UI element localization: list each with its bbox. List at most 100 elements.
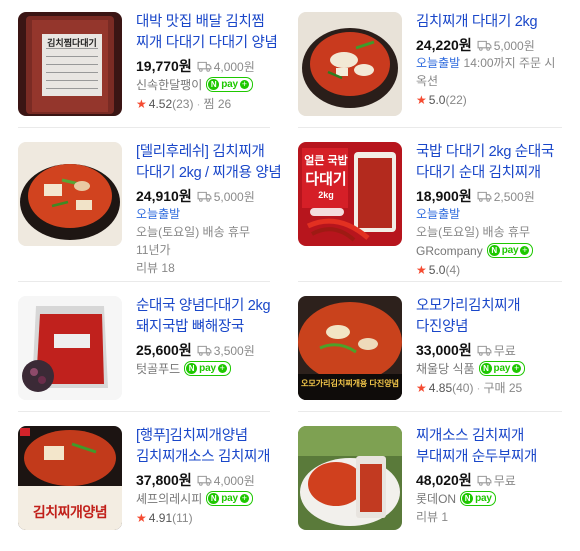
product-price: 25,600원 (136, 342, 192, 358)
delivery-info: 오늘출발 14:00까지 주문 시 (416, 54, 564, 72)
delivery-condition: 14:00까지 주문 시 (463, 56, 556, 70)
product-title[interactable]: 순대국 양념다대기 2kg 돼지국밥 뼈해장국 감자탕 (136, 296, 284, 338)
product-title[interactable]: 김치찌개 다대기 2kg (416, 12, 564, 33)
product-card[interactable]: 김치찜다대기 대박 맛집 배달 김치찜 찌개 다대기 다대기 양념 19,770… (18, 12, 288, 137)
npay-plus-icon: + (520, 245, 530, 255)
product-title[interactable]: 찌개소스 김치찌개 부대찌개 순두부찌개 다대기 (416, 426, 564, 468)
rating-value: 5.0 (428, 262, 446, 277)
npay-label: pay (221, 79, 238, 90)
fast-delivery-label: 오늘출발 (416, 56, 461, 70)
shipping-fee-value: 4,000원 (213, 59, 255, 74)
truck-icon (477, 345, 492, 356)
seller-name[interactable]: 채울당 식품 (416, 360, 475, 377)
product-thumbnail[interactable]: 얼큰 국밥 다대기 2kg (298, 142, 402, 246)
review-count[interactable]: (4) (445, 263, 460, 277)
product-price: 19,770원 (136, 58, 192, 74)
shipping-fee: 3,500원 (197, 342, 255, 359)
npay-badge: N pay + (460, 491, 496, 506)
product-card[interactable]: [델리후레쉬] 김치찌개 다대기 2kg / 찌개용 양념 24,910원 5,… (18, 142, 288, 275)
shipping-fee-value: 4,000원 (213, 473, 255, 488)
truck-icon (477, 191, 492, 202)
rating-row: ★ 4.91 (11) (136, 508, 284, 527)
seller-name[interactable]: 롯데ON (416, 490, 456, 507)
product-card[interactable]: 찌개소스 김치찌개 부대찌개 순두부찌개 다대기 48,020원 무료 롯데ON… (298, 426, 568, 551)
wish-count: 찜 26 (203, 97, 232, 111)
shipping-fee: 4,000원 (197, 58, 255, 75)
seller-row: 셰프의레시피 N pay + (136, 489, 284, 508)
product-thumbnail[interactable] (18, 296, 122, 400)
seller-name[interactable]: 텃골푸드 (136, 360, 180, 377)
seller-row: GRcompany N pay + (416, 241, 564, 260)
product-title[interactable]: 오모가리김치찌개 다진양념(다대기)-200/400g (416, 296, 564, 338)
review-link[interactable]: 리뷰 18 (136, 259, 284, 277)
product-thumbnail[interactable]: 김치찌개양념 (18, 426, 122, 530)
product-card[interactable]: 오모가리김치찌개용 다진양념 오모가리김치찌개 다진양념(다대기)-200/40… (298, 296, 568, 421)
row-divider (298, 411, 562, 412)
seller-name[interactable]: 셰프의레시피 (136, 490, 202, 507)
product-thumbnail[interactable]: 오모가리김치찌개용 다진양념 (298, 296, 402, 400)
product-thumbnail[interactable]: 김치찜다대기 (18, 12, 122, 116)
product-price: 48,020원 (416, 472, 472, 488)
npay-badge: N pay + (206, 77, 253, 92)
thumbnail-label: 김치찜다대기 (47, 38, 97, 48)
rating-row: ★ 5.0 (4) (416, 260, 564, 279)
product-price: 24,220원 (416, 37, 472, 53)
product-card[interactable]: 김치찌개양념 [행푸]김치찌개양념 김치찌개소스 김치찌개 다대기 37,800… (18, 426, 288, 551)
npay-icon: N (480, 363, 492, 374)
npay-icon: N (462, 493, 474, 504)
product-thumbnail[interactable] (18, 142, 122, 246)
npay-label: pay (501, 245, 519, 256)
thumbnail-label: 오모가리김치찌개용 다진양념 (301, 379, 399, 388)
product-price: 33,000원 (416, 342, 472, 358)
shipping-fee: 5,000원 (197, 188, 255, 205)
product-thumbnail[interactable] (298, 12, 402, 116)
rating-value: 4.91 (148, 510, 173, 525)
product-price: 24,910원 (136, 188, 192, 204)
seller-name[interactable]: 신속한달팽이 (136, 76, 202, 93)
npay-icon: N (208, 79, 220, 90)
rating-value: 5.0 (428, 92, 446, 107)
product-card[interactable]: 얼큰 국밥 다대기 2kg 국밥 다대기 2kg 순대국 다대기 순대 김치찌개… (298, 142, 568, 277)
npay-badge: N pay + (206, 491, 253, 506)
shipping-fee-value: 2,500원 (493, 189, 535, 204)
shipping-fee-value: 3,500원 (213, 343, 255, 358)
star-icon: ★ (416, 380, 427, 395)
thumbnail-label: 김치찌개양념 (32, 504, 108, 520)
product-price: 18,900원 (416, 188, 472, 204)
review-link[interactable]: 리뷰 1 (416, 508, 564, 526)
store-name[interactable]: 옥션 (416, 72, 564, 90)
product-thumbnail[interactable] (298, 426, 402, 530)
shipping-fee-value: 5,000원 (213, 189, 255, 204)
seller-name[interactable]: GRcompany (416, 244, 483, 258)
shipping-fee: 2,500원 (477, 188, 535, 205)
review-count[interactable]: (23) (172, 97, 193, 111)
star-icon: ★ (416, 262, 427, 277)
npay-badge: N pay + (478, 361, 526, 376)
product-title[interactable]: 대박 맛집 배달 김치찜 찌개 다대기 다대기 양념 (136, 12, 284, 54)
review-count[interactable]: (22) (445, 93, 466, 107)
product-card[interactable]: 김치찌개 다대기 2kg 24,220원 5,000원 오늘출발 14:00까지… (298, 12, 568, 137)
row-divider (298, 281, 562, 282)
fast-delivery-label: 오늘출발 (136, 207, 181, 221)
product-title[interactable]: [행푸]김치찌개양념 김치찌개소스 김치찌개 다대기 (136, 426, 284, 468)
npay-label: pay (475, 493, 492, 504)
npay-label: pay (221, 493, 238, 504)
row-divider (18, 411, 270, 412)
npay-plus-icon: + (217, 363, 227, 373)
shipping-fee-value: 무료 (493, 343, 516, 358)
rating-row: ★ 4.52 (23) · 찜 26 (136, 94, 284, 113)
truck-icon (477, 40, 492, 51)
thumbnail-label: 2kg (318, 190, 334, 200)
product-title[interactable]: [델리후레쉬] 김치찌개 다대기 2kg / 찌개용 양념 (136, 142, 284, 184)
seller-row: 텃골푸드 N pay + (136, 359, 284, 378)
truck-icon (197, 475, 212, 486)
product-title[interactable]: 국밥 다대기 2kg 순대국 다대기 순대 김치찌개 (416, 142, 564, 184)
rating-row: ★ 4.85 (40) · 구매 25 (416, 378, 564, 397)
star-icon: ★ (416, 92, 427, 107)
review-count[interactable]: (40) (452, 381, 473, 395)
shipping-fee: 무료 (477, 342, 516, 359)
delivery-condition: 오늘(토요일) 배송 휴무 (136, 225, 251, 239)
delivery-condition: 오늘(토요일) 배송 휴무 (416, 225, 531, 239)
product-card[interactable]: 순대국 양념다대기 2kg 돼지국밥 뼈해장국 감자탕 25,600원 3,50… (18, 296, 288, 421)
review-count[interactable]: (11) (172, 511, 192, 525)
